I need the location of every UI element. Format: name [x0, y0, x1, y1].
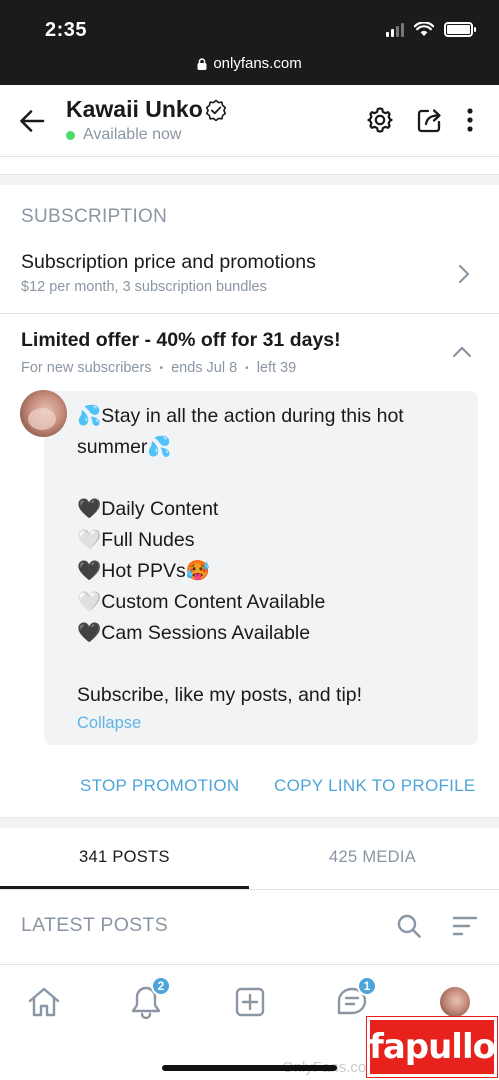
share-icon: [417, 109, 441, 133]
offer-message-bubble: 💦Stay in all the action during this hot …: [44, 391, 478, 745]
share-button[interactable]: [415, 105, 445, 135]
divider: [0, 889, 499, 890]
logo-text: fapullo: [369, 1027, 496, 1067]
nav-messages[interactable]: 1: [333, 976, 377, 1021]
tab-posts[interactable]: 341 POSTS: [79, 848, 170, 867]
tab-media[interactable]: 425 MEDIA: [329, 848, 416, 867]
search-icon[interactable]: [396, 913, 422, 939]
cellular-signal-icon: [386, 22, 404, 37]
availability-text: Available now: [83, 126, 182, 143]
stop-promotion-button[interactable]: STOP PROMOTION: [80, 776, 239, 796]
message-line: 🖤Cam Sessions Available: [77, 622, 311, 644]
home-icon: [28, 987, 60, 1017]
chevron-up-icon[interactable]: [452, 342, 472, 362]
availability-status: Available now: [66, 126, 181, 144]
message-line: [77, 649, 464, 680]
sort-icon[interactable]: [452, 914, 478, 938]
offer-title: Limited offer - 40% off for 31 days!: [21, 329, 341, 351]
subscription-row-title: Subscription price and promotions: [21, 251, 316, 273]
message-line: 🤍Full Nudes: [77, 529, 195, 551]
offer-audience: For new subscribers: [21, 360, 152, 376]
home-indicator[interactable]: [162, 1065, 337, 1071]
avatar[interactable]: [20, 390, 67, 437]
nav-notifications[interactable]: 2: [127, 976, 171, 1021]
section-separator: [0, 817, 499, 828]
status-time: 2:35: [45, 19, 88, 41]
subscription-row-subtitle: $12 per month, 3 subscription bundles: [21, 279, 267, 295]
wifi-icon: [414, 22, 434, 36]
lock-icon: [197, 57, 207, 70]
fapullo-logo: fapullo: [366, 1016, 498, 1078]
status-bar: 2:35 onlyfans.com: [0, 0, 499, 85]
notifications-badge: 2: [151, 976, 171, 996]
nav-new-post[interactable]: [231, 983, 269, 1021]
message-line: Subscribe, like my posts, and tip!: [77, 684, 363, 706]
chevron-right-icon: [458, 264, 470, 284]
message-line: 🤍Custom Content Available: [77, 591, 326, 613]
divider: [0, 313, 499, 314]
section-separator: [0, 174, 499, 185]
avatar: [440, 987, 470, 1017]
offer-ends: ends Jul 8: [171, 360, 238, 376]
address-bar[interactable]: onlyfans.com: [0, 55, 499, 72]
battery-icon: [444, 22, 476, 37]
add-square-icon: [235, 987, 265, 1017]
messages-badge: 1: [357, 976, 377, 996]
more-vertical-icon: [467, 108, 473, 132]
nav-profile[interactable]: [436, 983, 474, 1021]
offer-meta: For new subscribers • ends Jul 8 • left …: [21, 360, 297, 376]
back-arrow-icon[interactable]: [18, 107, 46, 135]
message-line: 🖤Hot PPVs🥵: [77, 560, 211, 582]
bottom-navigation: 2 1 OnlyFans.com fapullo: [0, 964, 499, 1080]
more-options-button[interactable]: [455, 105, 485, 135]
status-icons: [386, 22, 476, 37]
collapse-link[interactable]: Collapse: [77, 711, 464, 735]
message-line: 🖤Daily Content: [77, 498, 219, 520]
url-text: onlyfans.com: [213, 55, 302, 72]
message-line: summer💦: [77, 436, 172, 458]
latest-posts-title: LATEST POSTS: [21, 914, 169, 936]
subscription-section-title: SUBSCRIPTION: [21, 206, 168, 227]
online-dot-icon: [66, 130, 75, 140]
verified-badge-icon: [205, 99, 227, 121]
profile-name[interactable]: Kawaii Unko: [66, 96, 203, 123]
message-line: 💦Stay in all the action during this hot: [77, 405, 404, 427]
nav-home[interactable]: [25, 983, 63, 1021]
settings-button[interactable]: [365, 105, 395, 135]
gear-icon: [367, 107, 393, 133]
offer-left: left 39: [256, 360, 297, 376]
profile-header: Kawaii Unko Available now: [0, 85, 499, 157]
message-line: [77, 463, 464, 494]
copy-link-button[interactable]: COPY LINK TO PROFILE: [274, 776, 476, 796]
